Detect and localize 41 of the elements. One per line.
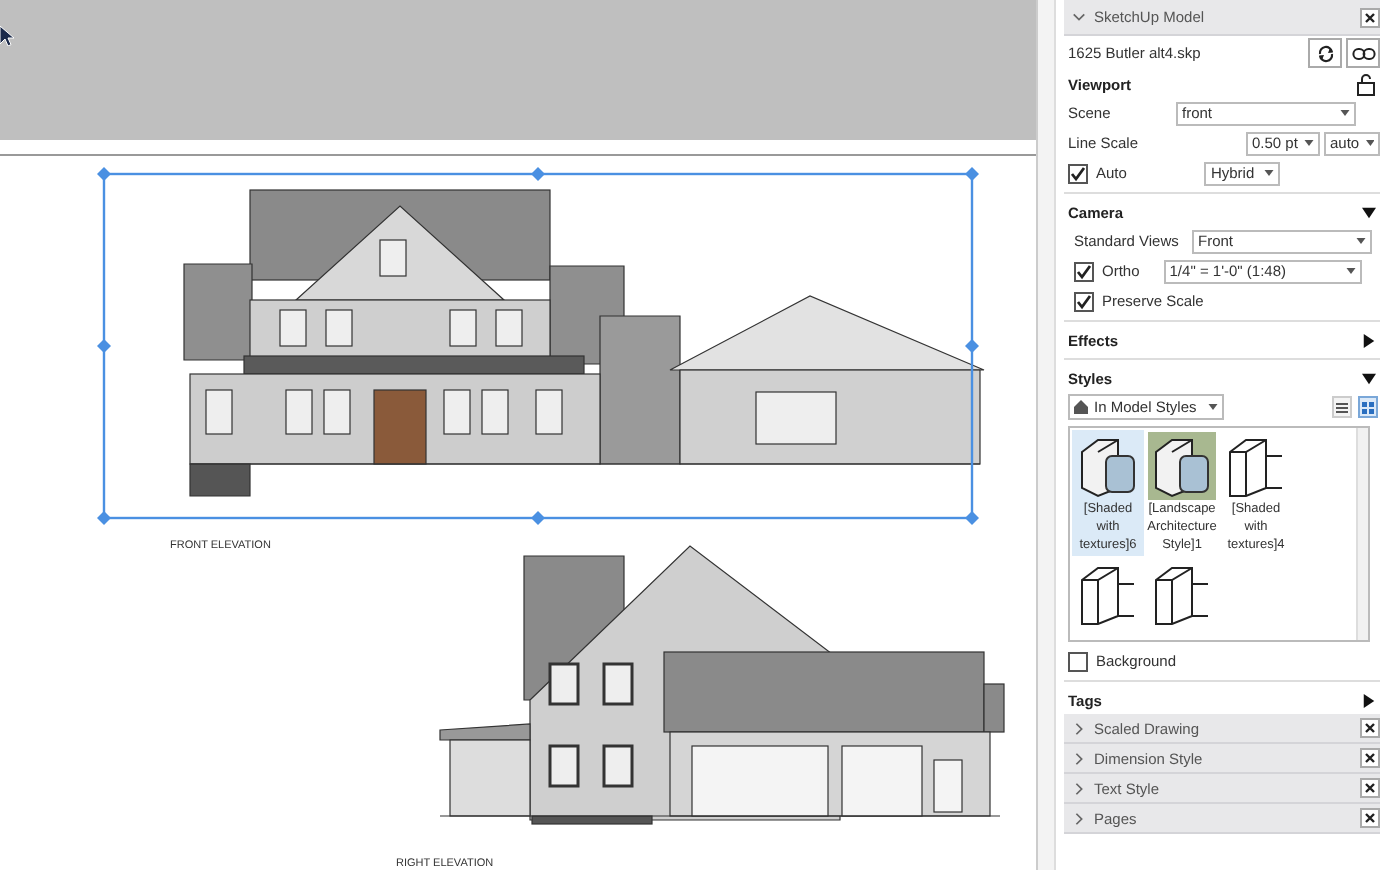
dropdown-arrow-icon [1264, 170, 1275, 176]
checkmark-icon [1070, 165, 1086, 181]
checkbox[interactable] [1074, 261, 1094, 281]
dropdown-arrow-icon [1345, 268, 1356, 274]
checkbox[interactable] [1068, 163, 1088, 183]
refresh-button[interactable] [1308, 38, 1342, 68]
dropdown-arrow-icon [1304, 140, 1314, 146]
chevron-right-icon [1072, 781, 1086, 795]
refresh-icon [1315, 43, 1335, 63]
chevron-right-icon [1072, 721, 1086, 735]
close-icon[interactable] [1360, 808, 1380, 828]
dropdown-arrow-icon [1365, 140, 1374, 146]
link-button[interactable] [1346, 38, 1380, 68]
house-elevation-drawing[interactable] [183, 189, 985, 497]
checkbox[interactable] [1068, 651, 1088, 671]
close-icon[interactable] [1360, 778, 1380, 798]
close-icon[interactable] [1360, 7, 1380, 27]
grid-view-button[interactable] [1358, 396, 1378, 418]
triangle-down-icon[interactable] [1362, 371, 1376, 385]
cursor-icon [0, 26, 14, 46]
house-elevation-drawing[interactable] [439, 545, 1005, 825]
chevron-right-icon [1072, 811, 1086, 825]
checkbox[interactable] [1074, 291, 1094, 311]
grid-icon [1362, 401, 1374, 413]
triangle-right-icon[interactable] [1362, 333, 1376, 347]
dropdown-arrow-icon [1356, 238, 1366, 244]
chevron-right-icon [1072, 751, 1086, 765]
unlock-icon[interactable] [1356, 73, 1376, 95]
style-thumbnail-icon [1148, 432, 1216, 500]
triangle-down-icon[interactable] [1362, 205, 1376, 219]
link-icon [1351, 45, 1375, 61]
dropdown-arrow-icon [1208, 404, 1219, 410]
house-icon [1074, 400, 1088, 414]
close-icon[interactable] [1360, 718, 1380, 738]
selection-frame[interactable] [97, 167, 979, 525]
close-icon[interactable] [1360, 748, 1380, 768]
chevron-down-icon [1072, 10, 1086, 24]
list-icon [1336, 401, 1348, 413]
dropdown-arrow-icon [1340, 110, 1350, 116]
list-view-button[interactable] [1332, 396, 1352, 418]
triangle-right-icon[interactable] [1362, 693, 1376, 707]
